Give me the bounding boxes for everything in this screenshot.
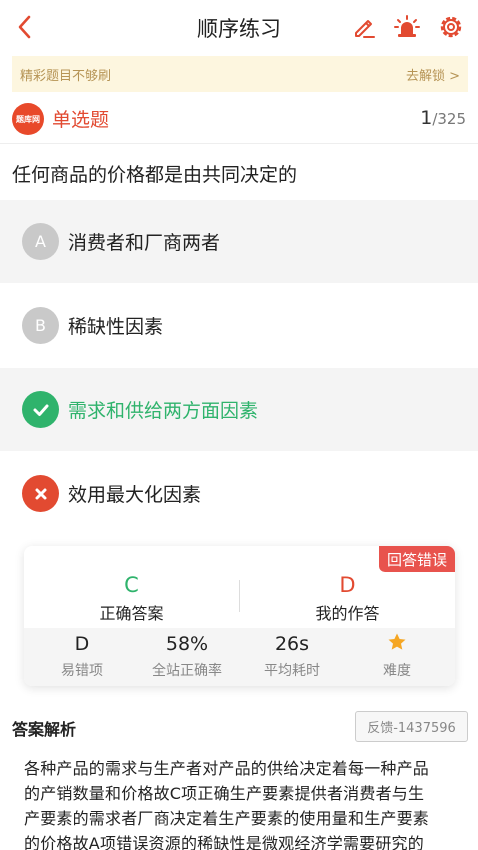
explanation-line: 的价格故A项错误资源的稀缺性是微观经济学需要研究的 [24,834,424,850]
top-bar: 顺序练习 [0,0,478,54]
option-letter-badge: A [22,223,59,260]
correct-answer-block: C 正确答案 [24,572,239,624]
star-icon [388,633,406,650]
stat-accuracy: 58% 全站正确率 [133,632,241,680]
question-counter: 1/325 [420,107,466,129]
stat-error-prone: D 易错项 [28,632,136,680]
option-text: 稀缺性因素 [68,316,164,338]
explanation-text: 各种产品的需求与生产者对产品的供给决定着每一种产品 的产销数量和价格故C项正确生… [24,756,456,850]
site-logo: 题库网 [12,103,44,135]
stat-value: D [74,633,90,655]
question-text: 任何商品的价格都是由共同决定的 [12,164,298,186]
stats-bar: D 易错项 58% 全站正确率 26s 平均耗时 难度 [24,628,455,686]
check-icon [22,391,59,428]
cross-icon [22,475,59,512]
correct-answer-label: 正确答案 [99,604,164,623]
alarm-light-icon[interactable] [393,13,421,41]
explanation-line: 的产销数量和价格故C项正确生产要素提供者消费者与生 [24,784,425,803]
option-c[interactable]: 需求和供给两方面因素 [0,368,478,451]
option-a[interactable]: A 消费者和厂商两者 [0,200,478,283]
option-letter-badge: B [22,307,59,344]
result-status-badge: 回答错误 [379,546,455,572]
unlock-link[interactable]: 去解锁 > [406,65,460,84]
option-b[interactable]: B 稀缺性因素 [0,284,478,367]
stat-value: 26s [274,633,310,655]
difficulty-stars [343,632,451,656]
question-header: 题库网 单选题 1/325 [0,98,478,140]
stat-label: 全站正确率 [152,663,222,679]
feedback-button[interactable]: 反馈-1437596 [355,711,468,742]
explanation-line: 产要素的需求者厂商决定着生产要素的使用量和生产要素 [24,809,430,828]
stat-difficulty: 难度 [343,632,451,680]
my-answer-block: D 我的作答 [240,572,455,624]
explanation-line: 各种产品的需求与生产者对产品的供给决定着每一种产品 [24,759,430,778]
option-d[interactable]: 效用最大化因素 [0,452,478,535]
promo-text: 精彩题目不够刷 [20,68,112,84]
settings-gear-icon[interactable] [437,13,465,41]
result-card: 回答错误 C 正确答案 D 我的作答 D 易错项 58% 全站正确率 26s 平… [24,546,455,686]
stat-label: 难度 [383,663,411,679]
option-text: 效用最大化因素 [68,484,202,506]
stat-label: 平均耗时 [264,663,320,679]
stat-value: 58% [165,633,209,655]
edit-note-icon[interactable] [350,13,378,41]
total-questions: /325 [432,110,466,128]
explanation-heading: 答案解析 [12,720,77,739]
my-answer-letter: D [339,573,356,597]
question-type: 单选题 [52,109,110,131]
unlock-banner[interactable]: 精彩题目不够刷 去解锁 > [12,56,468,92]
option-text: 消费者和厂商两者 [68,232,221,254]
divider [0,143,478,144]
stat-label: 易错项 [61,663,103,679]
correct-answer-letter: C [124,573,139,597]
my-answer-label: 我的作答 [315,604,380,623]
current-question-number: 1 [420,107,433,129]
option-text: 需求和供给两方面因素 [68,400,259,422]
stat-avg-time: 26s 平均耗时 [238,632,346,680]
